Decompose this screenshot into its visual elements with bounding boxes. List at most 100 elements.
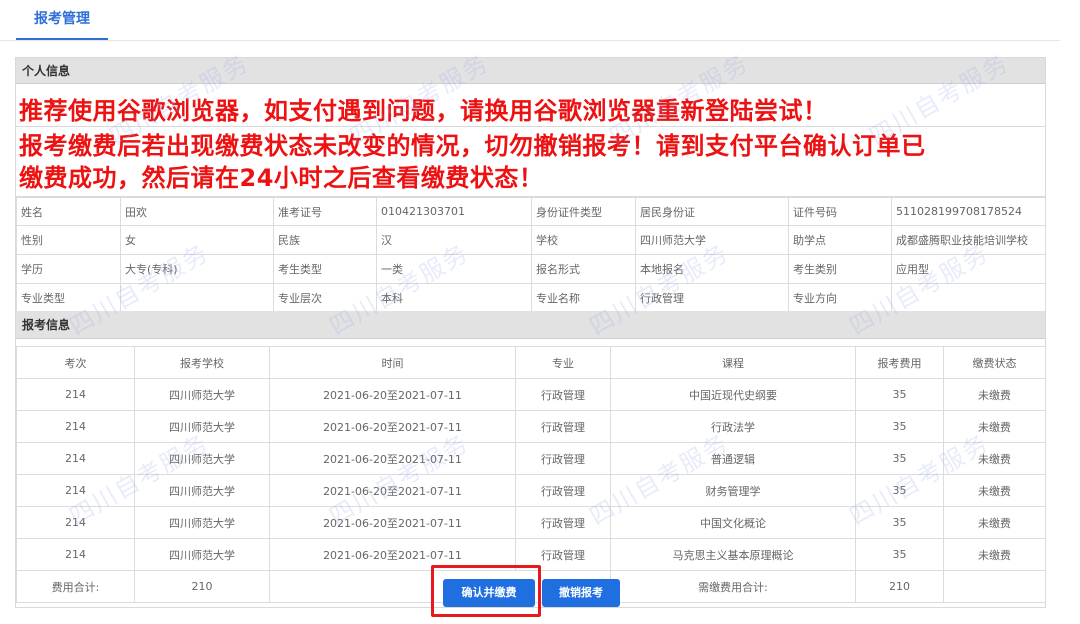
cancel-registration-button[interactable]: 撤销报考: [542, 579, 620, 607]
info-label: 报名形式: [531, 254, 636, 284]
table-cell: 中国文化概论: [610, 506, 856, 539]
info-label: 证件号码: [788, 197, 892, 226]
table-cell: 普通逻辑: [610, 442, 856, 475]
column-header: 时间: [269, 346, 516, 379]
table-cell: 214: [16, 538, 135, 571]
button-highlight-box: [431, 565, 541, 617]
info-value: 田欢: [120, 197, 274, 226]
info-value: 511028199708178524: [891, 197, 1046, 226]
table-cell: 35: [855, 506, 944, 539]
info-value: 本科: [376, 283, 532, 312]
table-cell: 财务管理学: [610, 474, 856, 507]
info-label: 准考证号: [273, 197, 377, 226]
info-label: 学历: [16, 254, 121, 284]
info-label: 专业名称: [531, 283, 636, 312]
table-cell: 2021-06-20至2021-07-11: [269, 442, 516, 475]
info-label: 身份证件类型: [531, 197, 636, 226]
table-cell: 四川师范大学: [134, 474, 270, 507]
info-label: 姓名: [16, 197, 121, 226]
table-cell: 行政管理: [515, 442, 611, 475]
info-label: 考生类型: [273, 254, 377, 284]
table-cell: 中国近现代史纲要: [610, 378, 856, 411]
table-row: 214 四川师范大学 2021-06-20至2021-07-11 行政管理 中国文化概论…: [16, 506, 1046, 539]
info-label: 助学点: [788, 225, 892, 255]
table-cell: 四川师范大学: [134, 442, 270, 475]
table-cell: 2021-06-20至2021-07-11: [269, 506, 516, 539]
info-row: 专业类型 专业层次 本科 专业名称 行政管理 专业方向: [16, 283, 1046, 312]
info-value: 应用型: [891, 254, 1046, 284]
table-cell: 35: [855, 442, 944, 475]
table-cell: 行政法学: [610, 410, 856, 443]
exam-info-header: 报考信息: [16, 311, 1045, 339]
personal-info-table: 姓名 田欢 准考证号 010421303701 身份证件类型 居民身份证 证件号码 51102…: [16, 197, 1046, 312]
info-value: 女: [120, 225, 274, 255]
personal-info-header: 个人信息: [16, 58, 1045, 84]
info-row: 性别女民族汉学校 四川师范大学 助学点 成都盛腾职业技能培训学校: [16, 225, 1046, 255]
info-value: 成都盛腾职业技能培训学校: [891, 225, 1046, 255]
table-cell: 未缴费: [943, 378, 1046, 411]
table-cell: 214: [16, 410, 135, 443]
table-cell: 2021-06-20至2021-07-11: [269, 410, 516, 443]
info-label: 考生类别: [788, 254, 892, 284]
due-value: 210: [855, 570, 944, 603]
table-cell: 214: [16, 378, 135, 411]
info-label: 专业方向: [788, 283, 892, 312]
info-value: 一类: [376, 254, 532, 284]
info-value: 行政管理: [635, 283, 789, 312]
table-row: 214 四川师范大学 2021-06-20至2021-07-11 行政管理 普通逻辑 35…: [16, 442, 1046, 475]
info-label: 性别: [16, 225, 121, 255]
tab-bar: 报考管理: [0, 0, 1060, 41]
total-spacer: [943, 570, 1046, 603]
info-value: [891, 283, 1046, 312]
info-row: 姓名 田欢 准考证号 010421303701 身份证件类型 居民身份证 证件号码 51102…: [16, 197, 1046, 226]
table-cell: 未缴费: [943, 442, 1046, 475]
table-cell: 四川师范大学: [134, 538, 270, 571]
info-label: 专业层次: [273, 283, 377, 312]
table-cell: 35: [855, 410, 944, 443]
table-cell: 214: [16, 474, 135, 507]
column-header: 课程: [610, 346, 856, 379]
main-panel: 个人信息 推荐使用谷歌浏览器，如支付遇到问题，请换用谷歌浏览器重新登陆尝试！ 报…: [15, 57, 1046, 608]
info-value: [120, 283, 274, 312]
due-label: 需缴费用合计:: [610, 570, 856, 603]
table-cell: 35: [855, 538, 944, 571]
notice-line-3: 缴费成功，然后请在24小时之后查看缴费状态！: [19, 164, 544, 192]
table-cell: 未缴费: [943, 474, 1046, 507]
info-value: 本地报名: [635, 254, 789, 284]
total-label: 费用合计:: [16, 570, 135, 603]
column-header: 专业: [515, 346, 611, 379]
table-cell: 四川师范大学: [134, 378, 270, 411]
table-cell: 四川师范大学: [134, 506, 270, 539]
column-header: 考次: [16, 346, 135, 379]
info-label: 专业类型: [16, 283, 121, 312]
tab-registration-management[interactable]: 报考管理: [16, 0, 108, 40]
table-row: 214 四川师范大学 2021-06-20至2021-07-11 行政管理 财务管理学 3…: [16, 474, 1046, 507]
table-cell: 行政管理: [515, 378, 611, 411]
total-value: 210: [134, 570, 270, 603]
notice-line-2: 报考缴费后若出现缴费状态未改变的情况，切勿撤销报考！请到支付平台确认订单已: [19, 132, 926, 160]
table-cell: 214: [16, 506, 135, 539]
info-value: 四川师范大学: [635, 225, 789, 255]
column-header: 报考费用: [855, 346, 944, 379]
table-cell: 214: [16, 442, 135, 475]
table-cell: 2021-06-20至2021-07-11: [269, 474, 516, 507]
info-label: 学校: [531, 225, 636, 255]
info-value: 居民身份证: [635, 197, 789, 226]
table-cell: 未缴费: [943, 410, 1046, 443]
payment-notice: 推荐使用谷歌浏览器，如支付遇到问题，请换用谷歌浏览器重新登陆尝试！ 报考缴费后若…: [16, 85, 1045, 197]
table-cell: 行政管理: [515, 506, 611, 539]
column-header: 缴费状态: [943, 346, 1046, 379]
table-row: 214 四川师范大学 2021-06-20至2021-07-11 行政管理 行政法学 35…: [16, 410, 1046, 443]
table-cell: 35: [855, 378, 944, 411]
column-header: 报考学校: [134, 346, 270, 379]
table-cell: 行政管理: [515, 410, 611, 443]
info-value: 大专(专科): [120, 254, 274, 284]
table-cell: 35: [855, 474, 944, 507]
info-value: 汉: [376, 225, 532, 255]
table-cell: 未缴费: [943, 506, 1046, 539]
notice-line-1: 推荐使用谷歌浏览器，如支付遇到问题，请换用谷歌浏览器重新登陆尝试！: [19, 97, 828, 125]
table-row: 214 四川师范大学 2021-06-20至2021-07-11 行政管理 中国近现代史…: [16, 378, 1046, 411]
table-cell: 未缴费: [943, 538, 1046, 571]
table-cell: 四川师范大学: [134, 410, 270, 443]
table-cell: 2021-06-20至2021-07-11: [269, 378, 516, 411]
